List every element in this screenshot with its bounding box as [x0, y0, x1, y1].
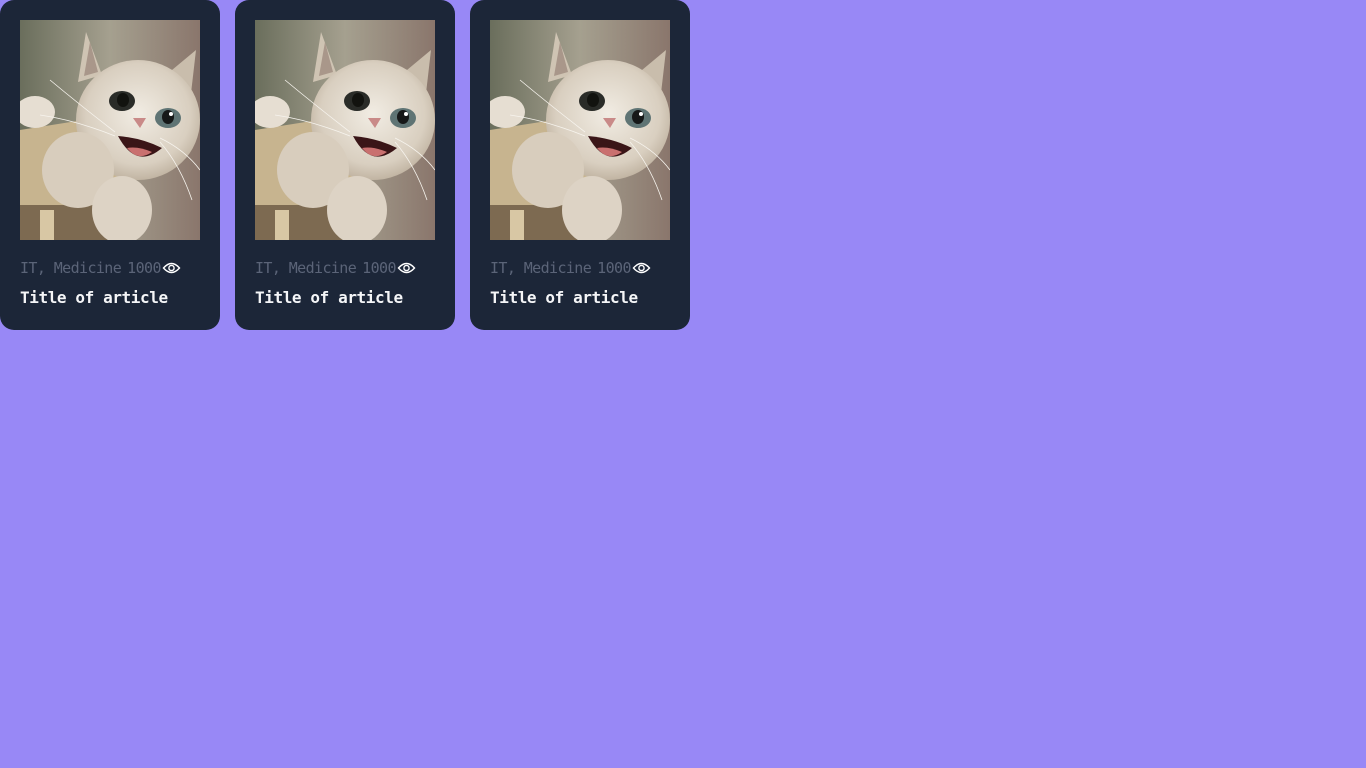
article-tags: IT, Medicine: [255, 259, 357, 277]
article-image: [20, 20, 200, 240]
article-title[interactable]: Title of article: [255, 288, 435, 307]
article-card[interactable]: IT, Medicine 1000 Title of article: [470, 0, 690, 330]
view-count: 1000: [127, 259, 161, 277]
article-tags: IT, Medicine: [490, 259, 592, 277]
view-count: 1000: [597, 259, 631, 277]
article-card[interactable]: IT, Medicine 1000 Title of article: [0, 0, 220, 330]
article-image: [490, 20, 670, 240]
view-count: 1000: [362, 259, 396, 277]
article-tags: IT, Medicine: [20, 259, 122, 277]
eye-icon: [397, 261, 416, 275]
kitten-photo-graphic: [490, 20, 670, 240]
article-image: [255, 20, 435, 240]
kitten-photo-graphic: [255, 20, 435, 240]
article-meta: IT, Medicine 1000: [490, 258, 670, 278]
eye-icon: [162, 261, 181, 275]
article-title[interactable]: Title of article: [490, 288, 670, 307]
article-card-list: IT, Medicine 1000 Title of article IT, M…: [0, 0, 690, 330]
article-meta: IT, Medicine 1000: [255, 258, 435, 278]
eye-icon: [632, 261, 651, 275]
kitten-photo-graphic: [20, 20, 200, 240]
article-title[interactable]: Title of article: [20, 288, 200, 307]
article-meta: IT, Medicine 1000: [20, 258, 200, 278]
article-card[interactable]: IT, Medicine 1000 Title of article: [235, 0, 455, 330]
